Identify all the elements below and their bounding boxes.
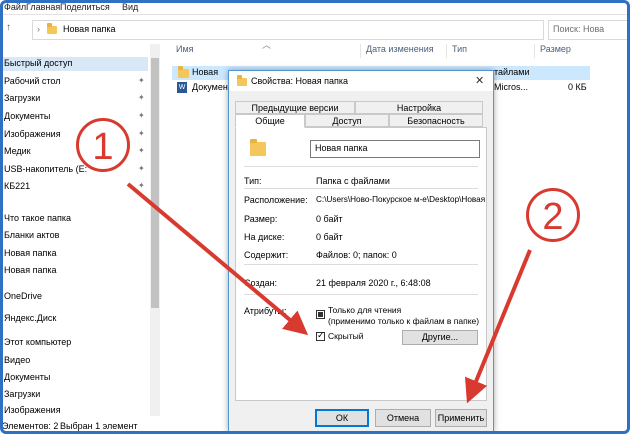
arrow-to-apply-button <box>464 249 532 404</box>
callout-one: 1 <box>76 118 130 172</box>
arrow-to-hidden-checkbox <box>126 182 309 336</box>
callout-two: 2 <box>526 188 580 242</box>
